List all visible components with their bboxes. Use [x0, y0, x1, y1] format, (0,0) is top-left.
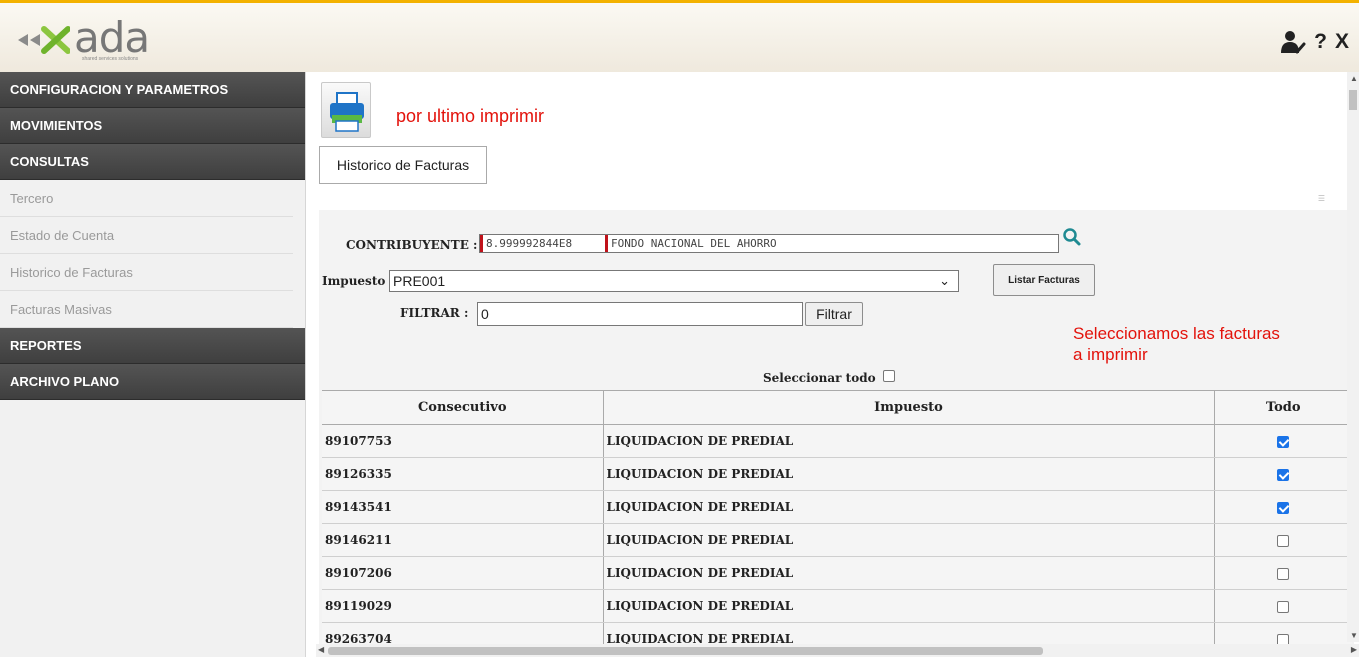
- select-annotation-line2: a imprimir: [1073, 345, 1148, 364]
- sidebar-section-movimientos[interactable]: MOVIMIENTOS: [0, 108, 305, 144]
- row-select-checkbox[interactable]: [1277, 501, 1290, 514]
- row-select-checkbox[interactable]: [1277, 567, 1290, 580]
- column-header-todo: Todo: [1214, 390, 1352, 425]
- contribuyente-field[interactable]: 8.999992844E8 FONDO NACIONAL DEL AHORRO: [479, 234, 1059, 253]
- table-row: 89107753 LIQUIDACION DE PREDIAL: [322, 424, 1352, 458]
- cell-consecutivo: 89126335: [322, 457, 604, 491]
- filtrar-label: FILTRAR :: [400, 306, 469, 320]
- search-panel: CONTRIBUYENTE : 8.999992844E8 FONDO NACI…: [319, 210, 1354, 656]
- sidebar-item-tercero[interactable]: Tercero: [0, 180, 293, 217]
- cell-consecutivo: 89107206: [322, 556, 604, 590]
- select-annotation-line1: Seleccionamos las facturas: [1073, 324, 1280, 343]
- facturas-table: Consecutivo Impuesto Todo 89107753 LIQUID…: [322, 390, 1352, 656]
- sidebar: CONFIGURACION Y PARAMETROS MOVIMIENTOS C…: [0, 72, 306, 657]
- cell-todo: [1214, 589, 1352, 623]
- sidebar-item-estado-de-cuenta[interactable]: Estado de Cuenta: [0, 217, 293, 254]
- row-select-checkbox[interactable]: [1277, 600, 1290, 613]
- main-content: por ultimo imprimir Historico de Factura…: [306, 72, 1359, 657]
- contribuyente-id: 8.999992844E8: [486, 237, 573, 250]
- cell-impuesto: LIQUIDACION DE PREDIAL: [603, 589, 1215, 623]
- seleccionar-todo-label: Seleccionar todo: [763, 371, 876, 385]
- impuesto-selected-value: PRE001: [393, 273, 446, 289]
- top-bar: ada shared services solutions ? X: [0, 0, 1359, 72]
- row-select-checkbox[interactable]: [1277, 435, 1290, 448]
- sidebar-section-configuracion[interactable]: CONFIGURACION Y PARAMETROS: [0, 72, 305, 108]
- panel-resize-handle[interactable]: ☰: [1318, 194, 1325, 203]
- filtrar-input[interactable]: 0: [477, 302, 803, 326]
- cell-consecutivo: 89143541: [322, 490, 604, 524]
- user-settings-icon[interactable]: [1280, 29, 1306, 55]
- impuesto-select[interactable]: PRE001 ⌄: [389, 270, 959, 292]
- chevron-down-icon: ⌄: [939, 273, 950, 288]
- row-select-checkbox[interactable]: [1277, 468, 1290, 481]
- sidebar-section-reportes[interactable]: REPORTES: [0, 328, 305, 364]
- logo-mark-icon: [18, 26, 70, 54]
- cell-consecutivo: 89146211: [322, 523, 604, 557]
- impuesto-label: Impuesto: [322, 274, 386, 288]
- logo-text: ada: [74, 13, 150, 62]
- table-row: 89126335 LIQUIDACION DE PREDIAL: [322, 457, 1352, 491]
- vertical-scrollbar[interactable]: ▲ ▼: [1347, 72, 1359, 642]
- sidebar-item-historico-de-facturas[interactable]: Historico de Facturas: [0, 254, 293, 291]
- select-annotation: Seleccionamos las facturas a imprimir: [1073, 323, 1280, 365]
- sidebar-item-facturas-masivas[interactable]: Facturas Masivas: [0, 291, 293, 328]
- table-row: 89143541 LIQUIDACION DE PREDIAL: [322, 490, 1352, 524]
- cell-impuesto: LIQUIDACION DE PREDIAL: [603, 556, 1215, 590]
- cell-consecutivo: 89119029: [322, 589, 604, 623]
- column-header-impuesto: Impuesto: [603, 390, 1215, 425]
- printer-icon: [330, 92, 364, 132]
- cell-todo: [1214, 556, 1352, 590]
- table-row: 89119029 LIQUIDACION DE PREDIAL: [322, 589, 1352, 623]
- cell-consecutivo: 89107753: [322, 424, 604, 458]
- cell-impuesto: LIQUIDACION DE PREDIAL: [603, 424, 1215, 458]
- contribuyente-name: FONDO NACIONAL DEL AHORRO: [611, 237, 777, 250]
- filtrar-button[interactable]: Filtrar: [805, 302, 863, 326]
- cell-impuesto: LIQUIDACION DE PREDIAL: [603, 490, 1215, 524]
- cell-impuesto: LIQUIDACION DE PREDIAL: [603, 457, 1215, 491]
- table-row: 89107206 LIQUIDACION DE PREDIAL: [322, 556, 1352, 590]
- seleccionar-todo-checkbox[interactable]: [883, 370, 895, 382]
- contribuyente-label: CONTRIBUYENTE :: [346, 238, 478, 252]
- cell-todo: [1214, 457, 1352, 491]
- listar-facturas-button[interactable]: Listar Facturas: [993, 264, 1095, 296]
- tab-historico-de-facturas[interactable]: Historico de Facturas: [319, 146, 487, 184]
- horizontal-scrollbar[interactable]: ◀ ▶: [316, 644, 1359, 657]
- search-icon[interactable]: [1062, 227, 1082, 247]
- help-icon[interactable]: ?: [1314, 30, 1327, 54]
- cell-todo: [1214, 523, 1352, 557]
- close-icon[interactable]: X: [1335, 30, 1349, 54]
- cell-todo: [1214, 490, 1352, 524]
- sidebar-section-archivo-plano[interactable]: ARCHIVO PLANO: [0, 364, 305, 400]
- logo-tagline: shared services solutions: [82, 56, 139, 62]
- print-button[interactable]: [321, 82, 371, 138]
- row-select-checkbox[interactable]: [1277, 534, 1290, 547]
- cell-todo: [1214, 424, 1352, 458]
- table-header-row: Consecutivo Impuesto Todo: [322, 390, 1352, 425]
- print-annotation: por ultimo imprimir: [396, 106, 545, 126]
- sidebar-section-consultas[interactable]: CONSULTAS: [0, 144, 305, 180]
- vertical-scroll-thumb[interactable]: [1349, 90, 1357, 110]
- table-row: 89146211 LIQUIDACION DE PREDIAL: [322, 523, 1352, 557]
- cell-impuesto: LIQUIDACION DE PREDIAL: [603, 523, 1215, 557]
- column-header-consecutivo: Consecutivo: [322, 390, 604, 425]
- horizontal-scroll-thumb[interactable]: [328, 647, 1043, 655]
